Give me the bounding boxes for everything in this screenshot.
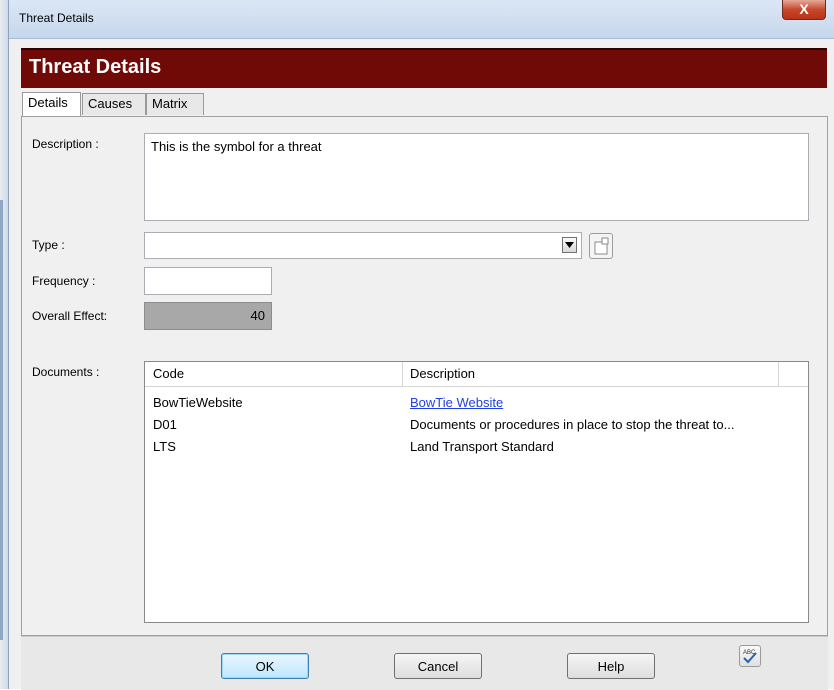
- cell-description: Documents or procedures in place to stop…: [410, 417, 735, 432]
- type-label: Type :: [32, 238, 65, 252]
- cell-description: Land Transport Standard: [410, 439, 554, 454]
- threat-details-dialog: Threat Details X Threat Details Details …: [8, 0, 834, 690]
- background-window-edge: [0, 0, 8, 689]
- documents-label: Documents :: [32, 365, 100, 379]
- spellcheck-icon: ABC: [743, 650, 757, 664]
- column-header-description[interactable]: Description: [410, 366, 475, 381]
- tab-matrix[interactable]: Matrix: [146, 93, 204, 115]
- close-button[interactable]: X: [782, 0, 826, 20]
- documents-table[interactable]: Code Description BowTieWebsite BowTie We…: [144, 361, 809, 623]
- cancel-button[interactable]: Cancel: [394, 653, 482, 679]
- frequency-field[interactable]: [144, 267, 272, 295]
- details-panel: Description : This is the symbol for a t…: [21, 116, 828, 636]
- column-header-code[interactable]: Code: [153, 366, 184, 381]
- column-divider[interactable]: [778, 362, 779, 386]
- tab-causes[interactable]: Causes: [82, 93, 146, 115]
- column-divider[interactable]: [402, 362, 403, 386]
- background-window-marker: [0, 200, 3, 640]
- table-row[interactable]: D01 Documents or procedures in place to …: [145, 414, 808, 436]
- tab-details[interactable]: Details: [22, 92, 81, 116]
- ok-button[interactable]: OK: [221, 653, 309, 679]
- description-label: Description :: [32, 137, 99, 151]
- spellcheck-button[interactable]: ABC: [739, 645, 761, 667]
- help-button[interactable]: Help: [567, 653, 655, 679]
- new-type-button[interactable]: [589, 233, 613, 259]
- dropdown-arrow-icon: [565, 242, 574, 248]
- table-row[interactable]: BowTieWebsite BowTie Website: [145, 392, 808, 414]
- cell-code: D01: [153, 417, 177, 432]
- table-row[interactable]: LTS Land Transport Standard: [145, 436, 808, 458]
- frequency-label: Frequency :: [32, 274, 96, 288]
- document-link[interactable]: BowTie Website: [410, 395, 503, 410]
- type-dropdown-button[interactable]: [562, 237, 577, 253]
- cell-code: LTS: [153, 439, 176, 454]
- documents-table-header: Code Description: [145, 362, 808, 387]
- title-bar: Threat Details X: [9, 0, 834, 39]
- window-title: Threat Details: [19, 11, 94, 25]
- header-banner: Threat Details: [21, 48, 827, 88]
- cell-code: BowTieWebsite: [153, 395, 243, 410]
- description-field[interactable]: This is the symbol for a threat: [144, 133, 809, 221]
- close-icon: X: [799, 1, 809, 17]
- overall-effect-label: Overall Effect:: [32, 309, 108, 323]
- overall-effect-value: 40: [144, 302, 272, 330]
- dialog-footer: OK Cancel Help ABC: [21, 636, 828, 690]
- page-title: Threat Details: [29, 56, 162, 78]
- type-combo[interactable]: [144, 232, 582, 259]
- new-item-icon: [594, 237, 609, 255]
